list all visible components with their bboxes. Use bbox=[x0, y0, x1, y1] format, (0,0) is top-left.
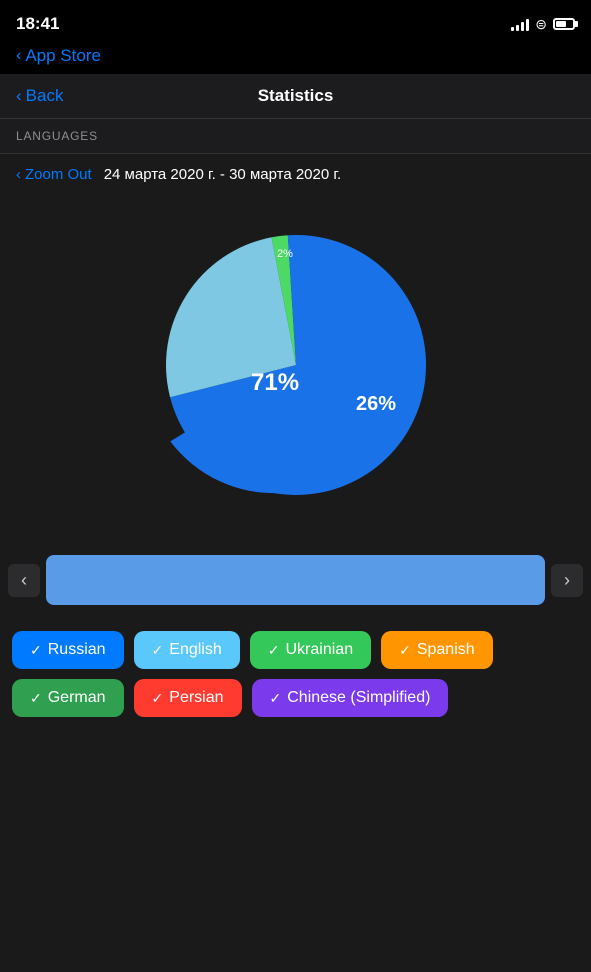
app-store-bar: ‹ App Store bbox=[0, 44, 591, 74]
tag-label-ukrainian: Ukrainian bbox=[286, 641, 354, 659]
pie-chart-svg: 71% 26% 2% bbox=[146, 215, 446, 515]
page-title: Statistics bbox=[96, 86, 495, 106]
tag-label-chinese: Chinese (Simplified) bbox=[287, 689, 430, 707]
pie-chart: 71% 26% 2% bbox=[146, 215, 446, 515]
chevron-left-zoom-icon: ‹ bbox=[16, 166, 21, 183]
tag-label-russian: Russian bbox=[48, 641, 106, 659]
chart-area: 71% 26% 2% bbox=[0, 195, 591, 545]
signal-icon bbox=[511, 17, 529, 31]
chart-label-2: 2% bbox=[277, 248, 293, 260]
zoom-bar: ‹ Zoom Out 24 марта 2020 г. - 30 марта 2… bbox=[0, 154, 591, 195]
tag-spanish[interactable]: ✓ Spanish bbox=[381, 631, 493, 669]
back-button[interactable]: ‹ Back bbox=[16, 86, 96, 106]
chevron-back-icon: ‹ bbox=[16, 86, 22, 106]
chevron-left-icon: ‹ bbox=[16, 47, 21, 65]
tag-persian[interactable]: ✓ Persian bbox=[134, 679, 242, 717]
status-icons: ⊜ bbox=[511, 16, 575, 33]
pie-segments bbox=[166, 235, 426, 495]
app-store-label: App Store bbox=[25, 46, 101, 66]
language-tags: ✓ Russian ✓ English ✓ Ukrainian ✓ Spanis… bbox=[0, 615, 591, 733]
back-label: Back bbox=[26, 86, 64, 106]
nav-bar: ‹ Back Statistics bbox=[0, 74, 591, 119]
chart-label-26: 26% bbox=[356, 393, 396, 415]
wifi-icon: ⊜ bbox=[535, 16, 547, 33]
tag-label-english: English bbox=[169, 641, 221, 659]
tag-english[interactable]: ✓ English bbox=[134, 631, 240, 669]
chart-label-71: 71% bbox=[251, 369, 299, 396]
tag-russian[interactable]: ✓ Russian bbox=[12, 631, 124, 669]
check-icon-english: ✓ bbox=[152, 642, 164, 659]
check-icon-chinese: ✓ bbox=[270, 690, 282, 707]
status-bar: 18:41 ⊜ bbox=[0, 0, 591, 44]
battery-icon bbox=[553, 18, 575, 30]
timeline-area: ‹ › bbox=[0, 545, 591, 615]
zoom-out-label: Zoom Out bbox=[25, 166, 92, 183]
check-icon-spanish: ✓ bbox=[399, 642, 411, 659]
tag-chinese-simplified[interactable]: ✓ Chinese (Simplified) bbox=[252, 679, 449, 717]
tag-german[interactable]: ✓ German bbox=[12, 679, 124, 717]
timeline-scroll-inner bbox=[46, 555, 545, 605]
app-store-back[interactable]: ‹ App Store bbox=[16, 46, 101, 66]
check-icon-persian: ✓ bbox=[152, 690, 164, 707]
section-header: LANGUAGES bbox=[0, 119, 591, 154]
timeline-left-arrow[interactable]: ‹ bbox=[8, 564, 40, 597]
check-icon-german: ✓ bbox=[30, 690, 42, 707]
check-icon-russian: ✓ bbox=[30, 642, 42, 659]
tag-ukrainian[interactable]: ✓ Ukrainian bbox=[250, 631, 371, 669]
timeline-right-arrow[interactable]: › bbox=[551, 564, 583, 597]
status-time: 18:41 bbox=[16, 14, 59, 34]
tag-label-german: German bbox=[48, 689, 106, 707]
date-range: 24 марта 2020 г. - 30 марта 2020 г. bbox=[104, 166, 341, 183]
zoom-out-button[interactable]: ‹ Zoom Out bbox=[16, 166, 92, 183]
tag-label-persian: Persian bbox=[169, 689, 223, 707]
tag-label-spanish: Spanish bbox=[417, 641, 475, 659]
section-label: LANGUAGES bbox=[16, 129, 98, 143]
check-icon-ukrainian: ✓ bbox=[268, 642, 280, 659]
timeline-scroll[interactable] bbox=[46, 555, 545, 605]
